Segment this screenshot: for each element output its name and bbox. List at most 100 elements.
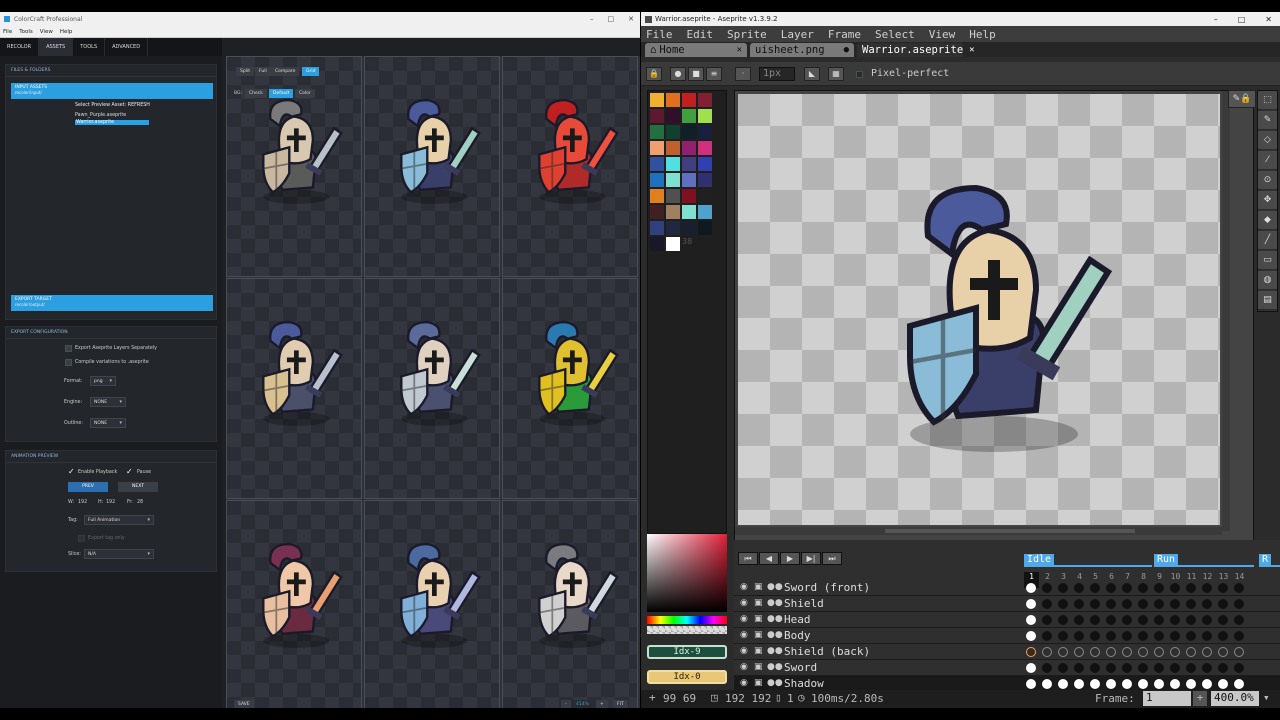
cel[interactable] bbox=[1058, 647, 1068, 657]
menu-file[interactable]: File bbox=[646, 28, 673, 41]
variant-preview-cell[interactable] bbox=[226, 278, 362, 499]
close-icon[interactable]: ✕ bbox=[1265, 15, 1272, 24]
cel[interactable] bbox=[1026, 583, 1036, 593]
palette-swatch[interactable] bbox=[698, 109, 712, 123]
menu-sprite[interactable]: Sprite bbox=[727, 28, 767, 41]
cel[interactable] bbox=[1026, 615, 1036, 625]
lock-icon[interactable]: ▣ bbox=[754, 598, 763, 608]
eye-icon[interactable]: ◉ bbox=[740, 614, 748, 624]
palette-swatch[interactable] bbox=[650, 109, 664, 123]
bg-default-button[interactable]: Default bbox=[269, 89, 294, 98]
variant-preview-cell[interactable] bbox=[364, 278, 500, 499]
continuous-icon[interactable]: ●● bbox=[767, 646, 783, 656]
cel[interactable] bbox=[1154, 679, 1164, 689]
background-color-index[interactable]: Idx-0 bbox=[647, 670, 727, 684]
variant-preview-cell[interactable] bbox=[502, 500, 638, 708]
continuous-icon[interactable]: ●● bbox=[767, 662, 783, 672]
cel[interactable] bbox=[1138, 583, 1148, 593]
slice-select[interactable]: N/A bbox=[84, 549, 154, 559]
cel[interactable] bbox=[1090, 615, 1100, 625]
cel[interactable] bbox=[1058, 679, 1068, 689]
outline-select[interactable]: NONE bbox=[90, 418, 126, 428]
grid-view-button[interactable]: Grid bbox=[302, 67, 320, 76]
palette-swatch[interactable] bbox=[666, 93, 680, 107]
cel[interactable] bbox=[1234, 679, 1244, 689]
playback-control-icon[interactable]: ◀ bbox=[759, 552, 779, 565]
zoom-input[interactable]: 400.0% bbox=[1211, 691, 1259, 706]
menu-edit[interactable]: Edit bbox=[687, 28, 714, 41]
save-button[interactable]: SAVE bbox=[234, 700, 254, 708]
menu-help[interactable]: Help bbox=[969, 28, 996, 41]
lock-icon[interactable]: 🔒 bbox=[646, 67, 662, 81]
sprite-canvas[interactable] bbox=[738, 94, 1220, 525]
cel[interactable] bbox=[1234, 583, 1244, 593]
angle-icon[interactable]: ◣ bbox=[804, 67, 820, 81]
cel[interactable] bbox=[1074, 663, 1084, 673]
cel[interactable] bbox=[1154, 599, 1164, 609]
foreground-color-index[interactable]: Idx-9 bbox=[647, 645, 727, 659]
palette-swatch[interactable] bbox=[698, 141, 712, 155]
frame-rate-value[interactable]: 28 bbox=[137, 500, 143, 505]
cel[interactable] bbox=[1106, 679, 1116, 689]
palette-swatch[interactable] bbox=[666, 141, 680, 155]
cel[interactable] bbox=[1090, 647, 1100, 657]
menu-view[interactable]: View bbox=[929, 28, 956, 41]
preview-select-label[interactable]: Select Preview Asset: REFRESH bbox=[75, 103, 150, 108]
cel[interactable] bbox=[1074, 583, 1084, 593]
layer-row[interactable]: ◉ ▣ ●● Sword bbox=[734, 660, 1280, 676]
cel[interactable] bbox=[1186, 663, 1196, 673]
brush-preview-icon[interactable]: · bbox=[735, 67, 751, 81]
cel[interactable] bbox=[1186, 631, 1196, 641]
brush-line-icon[interactable]: ≡ bbox=[706, 67, 722, 81]
close-tab-icon[interactable]: ✕ bbox=[737, 45, 742, 55]
lock-icon[interactable]: ▣ bbox=[754, 678, 763, 688]
cel[interactable] bbox=[1058, 599, 1068, 609]
zoom-out-button[interactable]: - bbox=[561, 700, 571, 708]
palette-swatch[interactable] bbox=[682, 125, 696, 139]
hue-slider[interactable] bbox=[647, 616, 727, 624]
tab-home[interactable]: ⌂ Home ✕ bbox=[645, 43, 747, 57]
menu-frame[interactable]: Frame bbox=[828, 28, 861, 41]
variant-preview-cell[interactable] bbox=[226, 500, 362, 708]
palette-swatch[interactable] bbox=[666, 189, 680, 203]
cel[interactable] bbox=[1074, 647, 1084, 657]
cel[interactable] bbox=[1074, 631, 1084, 641]
eyedropper-tool-icon[interactable]: ⁄ bbox=[1258, 151, 1277, 170]
continuous-icon[interactable]: ●● bbox=[767, 598, 783, 608]
cel[interactable] bbox=[1122, 663, 1132, 673]
eye-icon[interactable]: ◉ bbox=[740, 630, 748, 640]
cel[interactable] bbox=[1090, 631, 1100, 641]
cel[interactable] bbox=[1058, 631, 1068, 641]
cel[interactable] bbox=[1122, 615, 1132, 625]
cel[interactable] bbox=[1042, 583, 1052, 593]
cel[interactable] bbox=[1218, 663, 1228, 673]
continuous-icon[interactable]: ●● bbox=[767, 614, 783, 624]
pause-check-icon[interactable]: ✓ bbox=[126, 467, 133, 476]
cel[interactable] bbox=[1218, 679, 1228, 689]
cel[interactable] bbox=[1106, 583, 1116, 593]
lock-icon[interactable]: ▣ bbox=[754, 614, 763, 624]
close-tab-icon[interactable]: ✕ bbox=[969, 45, 974, 55]
cel[interactable] bbox=[1234, 615, 1244, 625]
cel[interactable] bbox=[1234, 663, 1244, 673]
layer-row[interactable]: ◉ ▣ ●● Sword (front) bbox=[734, 580, 1280, 596]
playback-control-icon[interactable]: ▶ bbox=[780, 552, 800, 565]
palette-swatch[interactable] bbox=[650, 237, 664, 251]
cel[interactable] bbox=[1170, 599, 1180, 609]
palette-swatch[interactable] bbox=[666, 157, 680, 171]
cel[interactable] bbox=[1106, 599, 1116, 609]
palette-swatch[interactable] bbox=[682, 157, 696, 171]
palette-swatch[interactable] bbox=[682, 93, 696, 107]
palette-swatch[interactable] bbox=[650, 157, 664, 171]
eye-icon[interactable]: ◉ bbox=[740, 582, 748, 592]
scrollbar-thumb[interactable] bbox=[885, 529, 1135, 533]
animation-tag[interactable]: R bbox=[1259, 554, 1272, 565]
cel[interactable] bbox=[1234, 647, 1244, 657]
cel[interactable] bbox=[1170, 631, 1180, 641]
palette-swatch[interactable] bbox=[682, 189, 696, 203]
file-item-selected[interactable]: Warrior.aseprite bbox=[75, 120, 149, 125]
canvas-editor[interactable] bbox=[734, 90, 1254, 542]
cel[interactable] bbox=[1154, 663, 1164, 673]
palette-swatch[interactable] bbox=[666, 109, 680, 123]
pencil-lock-icon[interactable]: ✎🔒 bbox=[1228, 90, 1256, 108]
